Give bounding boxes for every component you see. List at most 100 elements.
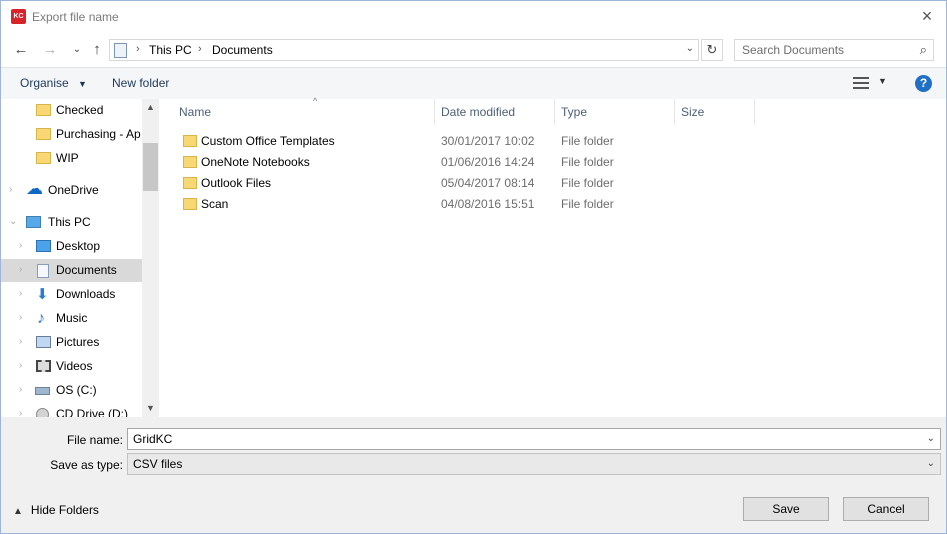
desktop-icon <box>36 240 51 252</box>
new-folder-button[interactable]: New folder <box>112 76 169 90</box>
sidebar-item-videos[interactable]: › Videos <box>1 355 142 378</box>
file-list: Name ^ Date modified Type Size Custom Of… <box>159 96 946 417</box>
file-name: Outlook Files <box>201 176 272 190</box>
column-label: Type <box>561 105 588 119</box>
scroll-down-arrow-icon[interactable]: ▼ <box>146 403 155 413</box>
file-name: OneNote Notebooks <box>201 155 310 169</box>
expand-chevron-icon[interactable]: › <box>19 384 22 395</box>
help-icon[interactable]: ? <box>915 75 932 92</box>
drive-icon <box>35 387 50 395</box>
folder-tree: Checked Purchasing - Ap WIP › ☁ OneDrive… <box>1 99 159 417</box>
sidebar-item-checked[interactable]: Checked <box>1 99 142 122</box>
file-type: File folder <box>561 176 614 190</box>
breadcrumb-this-pc[interactable]: This PC <box>149 43 192 57</box>
sidebar-item-label: OS (C:) <box>56 383 97 397</box>
up-arrow-icon[interactable]: ↑ <box>87 40 107 60</box>
sidebar-item-desktop[interactable]: › Desktop <box>1 235 142 258</box>
folder-icon <box>36 128 51 140</box>
file-name-input[interactable]: GridKC ⌄ <box>127 428 941 450</box>
sidebar-item-this-pc[interactable]: ⌄ This PC <box>1 211 142 234</box>
expand-chevron-icon[interactable]: › <box>19 408 22 417</box>
breadcrumb-separator-icon: › <box>136 43 140 55</box>
address-bar[interactable]: › This PC › Documents ⌄ <box>109 39 699 61</box>
sidebar-item-label: CD Drive (D:) <box>56 407 128 417</box>
sidebar-item-label: OneDrive <box>48 183 99 197</box>
column-label: Size <box>681 105 705 119</box>
organise-label: Organise <box>20 76 69 90</box>
cloud-icon: ☁ <box>26 179 43 198</box>
sidebar-item-documents[interactable]: › Documents <box>1 259 142 282</box>
sidebar-item-label: Purchasing - Ap <box>56 127 141 141</box>
recent-locations-chevron-down-icon[interactable]: ⌄ <box>67 40 87 60</box>
column-header-size[interactable]: Size <box>675 99 755 125</box>
table-row[interactable]: Scan 04/08/2016 15:51 File folder <box>159 193 946 214</box>
file-name: Custom Office Templates <box>201 134 335 148</box>
pictures-icon <box>36 336 51 348</box>
chevron-down-icon[interactable]: ⌄ <box>927 458 935 469</box>
table-row[interactable]: Outlook Files 05/04/2017 08:14 File fold… <box>159 172 946 193</box>
title-bar: KC Export file name × <box>1 1 946 33</box>
sidebar-item-cd-drive[interactable]: › CD Drive (D:) <box>1 403 142 417</box>
scroll-thumb[interactable] <box>143 143 158 191</box>
sidebar-item-onedrive[interactable]: › ☁ OneDrive <box>1 179 142 202</box>
refresh-icon[interactable]: ↻ <box>701 39 723 61</box>
folder-icon <box>36 104 51 116</box>
expand-chevron-icon[interactable]: › <box>19 240 22 251</box>
table-row[interactable]: Custom Office Templates 30/01/2017 10:02… <box>159 130 946 151</box>
hide-folders-button[interactable]: ▲ Hide Folders <box>13 503 99 517</box>
collapse-chevron-icon[interactable]: ⌄ <box>9 216 17 227</box>
file-name-label: File name: <box>66 433 123 447</box>
sidebar-item-purchasing[interactable]: Purchasing - Ap <box>1 123 142 146</box>
column-header-date-modified[interactable]: Date modified <box>435 99 555 125</box>
search-input[interactable]: Search Documents ⌕ <box>734 39 934 61</box>
chevron-up-icon: ▲ <box>13 506 23 517</box>
breadcrumb-separator-icon: › <box>198 43 202 55</box>
sidebar-item-downloads[interactable]: › ⬇ Downloads <box>1 283 142 306</box>
back-arrow-icon[interactable]: ← <box>11 40 31 60</box>
column-header-name[interactable]: Name ^ <box>173 96 435 125</box>
folder-icon <box>183 177 197 189</box>
sidebar-item-os-c[interactable]: › OS (C:) <box>1 379 142 402</box>
expand-chevron-icon[interactable]: › <box>19 360 22 371</box>
hide-folders-label: Hide Folders <box>30 503 99 517</box>
chevron-down-icon[interactable]: ⌄ <box>927 433 935 444</box>
expand-chevron-icon[interactable]: › <box>19 288 22 299</box>
search-icon[interactable]: ⌕ <box>920 42 927 58</box>
sidebar-item-label: Videos <box>56 359 93 373</box>
sidebar-item-pictures[interactable]: › Pictures <box>1 331 142 354</box>
expand-chevron-icon[interactable]: › <box>19 264 22 275</box>
date-modified: 05/04/2017 08:14 <box>441 176 535 190</box>
expand-chevron-icon[interactable]: › <box>19 312 22 323</box>
save-button[interactable]: Save <box>743 497 829 521</box>
file-type: File folder <box>561 155 614 169</box>
date-modified: 30/01/2017 10:02 <box>441 134 535 148</box>
expand-chevron-icon[interactable]: › <box>9 184 12 195</box>
save-as-type-select[interactable]: CSV files ⌄ <box>127 453 941 475</box>
close-icon[interactable]: × <box>916 5 938 27</box>
sidebar-item-music[interactable]: › ♪ Music <box>1 307 142 330</box>
table-row[interactable]: OneNote Notebooks 01/06/2016 14:24 File … <box>159 151 946 172</box>
folder-icon <box>183 135 197 147</box>
dialog-footer: File name: GridKC ⌄ Save as type: CSV fi… <box>1 417 946 533</box>
scroll-up-arrow-icon[interactable]: ▲ <box>146 102 155 112</box>
forward-arrow-icon[interactable]: → <box>40 40 60 60</box>
download-arrow-icon: ⬇ <box>36 286 49 303</box>
organise-menu[interactable]: Organise ▼ <box>20 76 87 90</box>
documents-address-icon <box>114 43 127 58</box>
breadcrumb-documents[interactable]: Documents <box>212 43 273 57</box>
file-name-value: GridKC <box>133 432 173 446</box>
computer-icon <box>26 216 41 228</box>
column-header-type[interactable]: Type <box>555 99 675 125</box>
date-modified: 04/08/2016 15:51 <box>441 197 535 211</box>
video-film-icon <box>36 360 51 372</box>
details-view-icon[interactable] <box>853 77 869 89</box>
sidebar-item-wip[interactable]: WIP <box>1 147 142 170</box>
column-label: Date modified <box>441 105 516 119</box>
view-options-chevron-icon[interactable]: ▼ <box>878 76 887 86</box>
address-dropdown-chevron-icon[interactable]: ⌄ <box>686 43 694 54</box>
cancel-button[interactable]: Cancel <box>843 497 929 521</box>
export-file-dialog: KC Export file name × ← → ⌄ ↑ › This PC … <box>0 0 947 534</box>
expand-chevron-icon[interactable]: › <box>19 336 22 347</box>
sidebar-scrollbar[interactable]: ▲ ▼ <box>142 99 159 417</box>
sidebar-item-label: Downloads <box>56 287 116 301</box>
